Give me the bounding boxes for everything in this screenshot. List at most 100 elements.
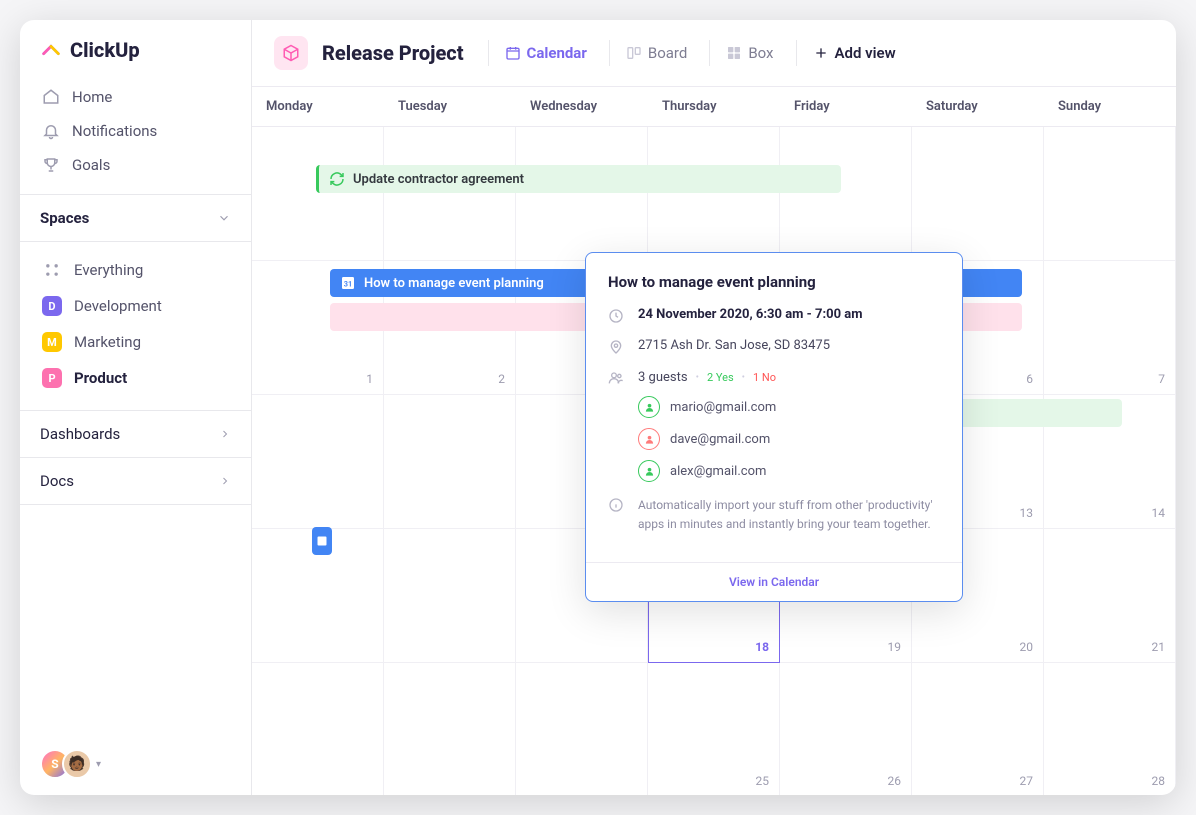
day-header: Friday: [780, 87, 912, 126]
calendar-cell[interactable]: 28: [1044, 663, 1176, 795]
topbar: Release Project Calendar Board Box Add v…: [252, 20, 1176, 87]
space-badge-p: P: [42, 368, 62, 388]
event-bar-blue-partial[interactable]: [312, 527, 332, 555]
nav-notifications-label: Notifications: [72, 122, 157, 140]
project-title: Release Project: [322, 41, 464, 65]
calendar-cell[interactable]: 26: [780, 663, 912, 795]
add-view-button[interactable]: Add view: [796, 40, 902, 66]
calendar-cell[interactable]: [780, 127, 912, 261]
bell-icon: [42, 122, 60, 140]
calendar-cell[interactable]: [252, 127, 384, 261]
calendar-cell[interactable]: [648, 127, 780, 261]
space-product[interactable]: P Product: [28, 360, 243, 396]
calendar-cell[interactable]: [912, 127, 1044, 261]
trophy-icon: [42, 156, 60, 174]
space-marketing-label: Marketing: [74, 333, 141, 351]
calendar-cell[interactable]: [252, 395, 384, 529]
calendar-cell[interactable]: 7: [1044, 261, 1176, 395]
box-grid-icon: [726, 45, 742, 61]
board-icon: [626, 45, 642, 61]
sidebar-docs[interactable]: Docs: [20, 457, 251, 505]
view-calendar-label: Calendar: [527, 44, 587, 62]
sidebar: ClickUp Home Notifications Goals Spaces: [20, 20, 252, 795]
space-development[interactable]: D Development: [28, 288, 243, 324]
guests-no: 1 No: [753, 371, 776, 384]
nav-goals-label: Goals: [72, 156, 110, 174]
calendar-cell[interactable]: 27: [912, 663, 1044, 795]
calendar-cell[interactable]: [384, 529, 516, 663]
space-everything-label: Everything: [74, 261, 143, 279]
event-title: Update contractor agreement: [353, 172, 524, 187]
gcal-icon: [316, 533, 328, 549]
space-development-label: Development: [74, 297, 162, 315]
calendar-cell[interactable]: [384, 395, 516, 529]
calendar-cell[interactable]: [1044, 127, 1176, 261]
spaces-list: Everything D Development M Marketing P P…: [20, 242, 251, 410]
chevron-down-icon: [217, 211, 231, 225]
popover-description: Automatically import your stuff from oth…: [638, 496, 940, 534]
dashboards-label: Dashboards: [40, 425, 120, 443]
calendar-cell[interactable]: [516, 663, 648, 795]
event-bar-green[interactable]: Update contractor agreement: [316, 165, 841, 193]
caret-down-icon: ▾: [96, 759, 101, 770]
nav-notifications[interactable]: Notifications: [28, 114, 243, 148]
guest-email: mario@gmail.com: [670, 400, 776, 415]
user-switcher[interactable]: S 🧑🏾 ▾: [20, 733, 251, 795]
location-icon: [608, 339, 624, 355]
guest-email: alex@gmail.com: [670, 464, 766, 479]
calendar-icon: [505, 45, 521, 61]
sidebar-dashboards[interactable]: Dashboards: [20, 410, 251, 457]
project-icon: [274, 36, 308, 70]
svg-text:31: 31: [344, 279, 352, 288]
calendar-cell[interactable]: [384, 663, 516, 795]
home-icon: [42, 88, 60, 106]
spaces-header[interactable]: Spaces: [20, 194, 251, 242]
guests-count: 3 guests: [638, 370, 688, 385]
cube-icon: [282, 44, 300, 62]
event-popover: How to manage event planning 24 November…: [585, 252, 963, 602]
view-in-calendar-link[interactable]: View in Calendar: [586, 562, 962, 601]
clickup-logo-icon: [40, 39, 62, 61]
guest-avatar-yes: [638, 460, 660, 482]
brand-name: ClickUp: [70, 38, 140, 62]
view-board[interactable]: Board: [609, 40, 693, 66]
space-product-label: Product: [74, 369, 127, 387]
day-header: Sunday: [1044, 87, 1176, 126]
avatar-member: 🧑🏾: [62, 749, 92, 779]
day-header: Tuesday: [384, 87, 516, 126]
popover-address: 2715 Ash Dr. San Jose, SD 83475: [638, 338, 830, 353]
day-header: Thursday: [648, 87, 780, 126]
app-window: ClickUp Home Notifications Goals Spaces: [20, 20, 1176, 795]
popover-title: How to manage event planning: [608, 273, 940, 291]
add-view-label: Add view: [835, 44, 896, 62]
day-header: Monday: [252, 87, 384, 126]
view-calendar[interactable]: Calendar: [488, 40, 593, 66]
space-badge-d: D: [42, 296, 62, 316]
calendar-cell[interactable]: 25: [648, 663, 780, 795]
calendar-day-headers: Monday Tuesday Wednesday Thursday Friday…: [252, 87, 1176, 127]
day-header: Saturday: [912, 87, 1044, 126]
popover-datetime: 24 November 2020, 6:30 am - 7:00 am: [638, 307, 863, 322]
day-header: Wednesday: [516, 87, 648, 126]
info-icon: [608, 497, 624, 513]
spaces-header-label: Spaces: [40, 209, 89, 227]
gcal-icon: 31: [340, 275, 356, 291]
view-box[interactable]: Box: [709, 40, 779, 66]
space-badge-m: M: [42, 332, 62, 352]
recurring-icon: [329, 171, 345, 187]
calendar-cell[interactable]: [252, 663, 384, 795]
guests-yes: 2 Yes: [707, 371, 734, 384]
clock-icon: [608, 308, 624, 324]
space-everything[interactable]: Everything: [28, 252, 243, 288]
guest-row: alex@gmail.com: [638, 460, 776, 482]
calendar-cell[interactable]: [516, 127, 648, 261]
plus-icon: [813, 45, 829, 61]
calendar-cell[interactable]: [384, 127, 516, 261]
nav-home[interactable]: Home: [28, 80, 243, 114]
guest-avatar-yes: [638, 396, 660, 418]
guests-icon: [608, 370, 624, 386]
space-marketing[interactable]: M Marketing: [28, 324, 243, 360]
brand-logo[interactable]: ClickUp: [20, 20, 251, 76]
calendar-cell[interactable]: 21: [1044, 529, 1176, 663]
nav-goals[interactable]: Goals: [28, 148, 243, 182]
